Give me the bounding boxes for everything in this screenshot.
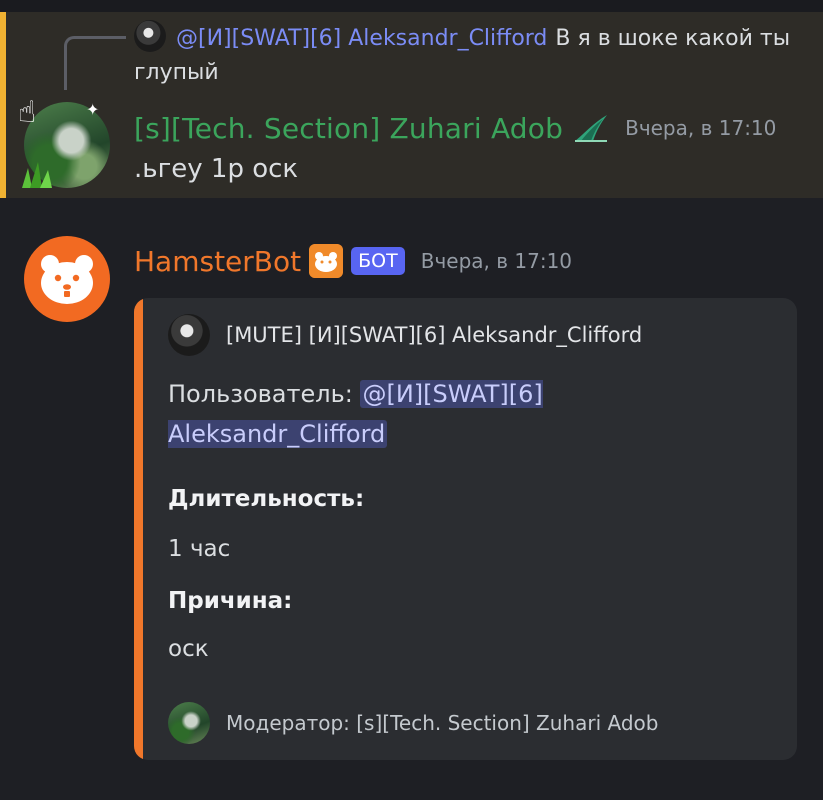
embed-accent-bar (134, 298, 143, 760)
bot-timestamp: Вчера, в 17:10 (420, 249, 573, 273)
embed-author: [MUTE] [И][SWAT][6] Aleksandr_Clifford (168, 314, 642, 356)
reply-spine (64, 36, 126, 90)
message-timestamp: Вчера, в 17:10 (625, 116, 777, 140)
message-text: .ьгеу 1р оск (134, 154, 299, 184)
top-divider (0, 0, 823, 12)
leaf-sail-role-icon[interactable] (573, 113, 609, 143)
pointing-hand-icon: ☝ (18, 95, 37, 130)
bot-badge: БОТ (351, 247, 405, 275)
embed-description: Пользователь: @[И][SWAT][6] Aleksandr_Cl… (168, 374, 728, 454)
hamster-emoji-icon (309, 244, 344, 278)
mention-bar (0, 12, 6, 198)
embed-author-avatar (168, 314, 210, 356)
bot-avatar[interactable] (24, 236, 110, 322)
description-label: Пользователь: (168, 380, 353, 408)
field-reason-value: оск (168, 636, 209, 662)
embed-card: [MUTE] [И][SWAT][6] Aleksandr_Clifford П… (134, 298, 797, 760)
reply-avatar[interactable] (134, 20, 166, 52)
field-reason-name: Причина: (168, 588, 293, 614)
footer-avatar (168, 702, 210, 744)
field-duration-value: 1 час (168, 536, 231, 562)
footer-text: Модератор: [s][Tech. Section] Zuhari Ado… (226, 711, 659, 735)
message-header: [s][Tech. Section] Zuhari Adob Вчера, в … (134, 110, 776, 146)
reply-preview[interactable]: @[И][SWAT][6] Aleksandr_Clifford В я в шо… (134, 20, 794, 90)
grass-icon (22, 162, 52, 188)
bot-author[interactable]: HamsterBot (134, 245, 301, 278)
message-author[interactable]: [s][Tech. Section] Zuhari Adob (134, 112, 563, 145)
sparkle-icon: ✦ (86, 100, 100, 119)
reply-author[interactable]: @[И][SWAT][6] Aleksandr_Clifford (176, 26, 547, 51)
field-duration-name: Длительность: (168, 486, 365, 512)
embed-footer: Модератор: [s][Tech. Section] Zuhari Ado… (168, 702, 658, 744)
hamster-face-icon (41, 255, 93, 304)
embed-author-name: [MUTE] [И][SWAT][6] Aleksandr_Clifford (226, 323, 643, 347)
bot-message-header: HamsterBot БОТ Вчера, в 17:10 (134, 242, 572, 280)
